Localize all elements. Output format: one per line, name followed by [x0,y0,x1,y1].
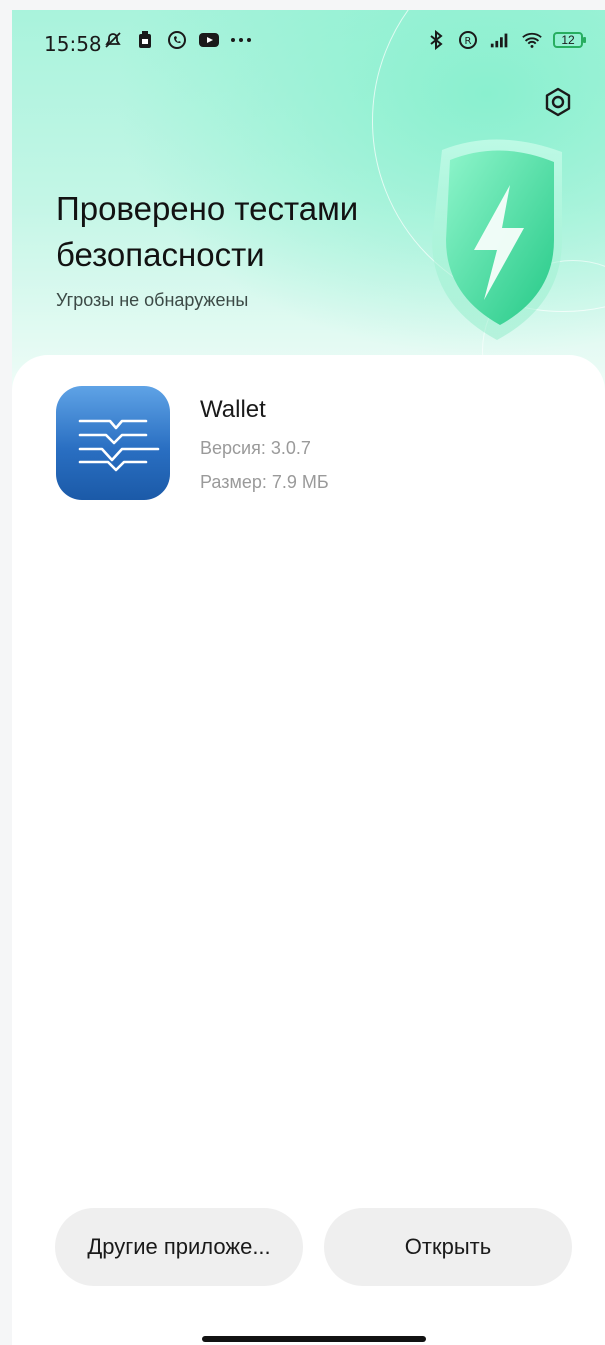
other-apps-button[interactable]: Другие приложе... [55,1208,303,1286]
muted-bell-icon [102,29,124,51]
page-title: Проверено тестами безопасности [56,190,359,273]
bluetooth-icon [425,29,447,51]
status-right-icons: R 12 [425,29,586,51]
roaming-icon: R [457,29,479,51]
home-indicator[interactable] [202,1336,426,1342]
app-size: Размер: 7.9 МБ [200,472,329,492]
whatsapp-icon [166,29,188,51]
app-name: Wallet [200,396,266,423]
open-button[interactable]: Открыть [324,1208,572,1286]
shield-lightning-icon [422,130,572,350]
signal-icon [489,29,511,51]
battery-icon: 12 [553,32,586,48]
page-subtitle: Угрозы не обнаружены [56,290,249,310]
status-left-icons [102,29,252,51]
svg-text:R: R [465,36,472,47]
more-dots-icon [230,29,252,51]
content-card [12,355,605,1345]
wallet-app-icon [56,386,170,500]
sim-icon [134,29,156,51]
settings-button[interactable] [540,86,576,122]
status-bar: 15:58 R 12 [12,10,605,72]
youtube-icon [198,29,220,51]
status-time: 15:58 [44,32,102,56]
app-version: Версия: 3.0.7 [200,438,311,458]
gear-icon [542,86,574,123]
wifi-icon [521,29,543,51]
screen: 15:58 R 12 Проверено тестами безопасност… [12,10,605,1345]
